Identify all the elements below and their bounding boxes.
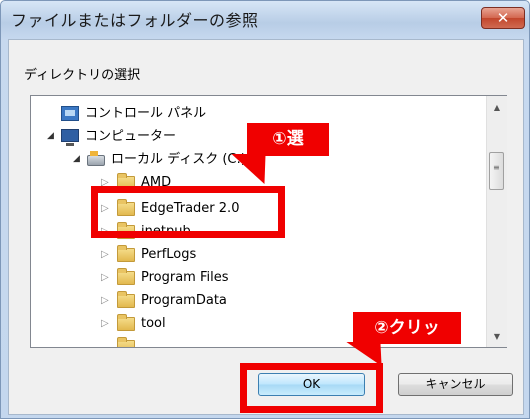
highlight-box-selected-folder <box>91 186 285 238</box>
grip-icon: ≡ <box>493 163 500 172</box>
folder-icon <box>117 291 135 308</box>
close-button[interactable]: ✕ <box>481 7 525 29</box>
tree-item-label: Program Files <box>141 270 229 285</box>
tree-item-label: コントロール パネル <box>85 106 207 121</box>
computer-icon <box>61 129 79 146</box>
cancel-button[interactable]: キャンセル <box>398 373 513 396</box>
tree-item-label: ProgramData <box>141 293 227 308</box>
annotation-step1-select: ①選 <box>247 123 329 156</box>
tree-item-label: ローカル ディスク (C:) <box>111 152 246 167</box>
annotation-step2-click: ②クリッ <box>353 312 461 344</box>
expand-arrow-icon[interactable]: ▷ <box>101 289 109 312</box>
folder-icon <box>117 245 135 262</box>
folder-icon <box>117 268 135 285</box>
scroll-thumb[interactable]: ≡ <box>489 152 504 190</box>
expanded-arrow-icon[interactable]: ◢ <box>73 148 80 171</box>
expand-arrow-icon[interactable]: ▷ <box>101 266 109 289</box>
folder-icon <box>117 314 135 331</box>
close-icon: ✕ <box>496 9 510 27</box>
description-label: ディレクトリの選択 <box>24 68 141 83</box>
control-panel-icon <box>61 106 79 121</box>
expand-arrow-icon[interactable]: ▷ <box>101 312 109 335</box>
tree-item-label: PerfLogs <box>141 247 197 262</box>
local-disk-icon <box>87 151 105 166</box>
folder-icon <box>117 337 135 347</box>
expanded-arrow-icon[interactable]: ◢ <box>47 125 54 148</box>
scroll-up-icon: ▲ <box>493 103 501 112</box>
scroll-up-button[interactable]: ▲ <box>487 99 507 116</box>
scroll-down-button[interactable]: ▼ <box>487 328 507 345</box>
tree-item-label: tool <box>141 316 166 331</box>
highlight-box-ok-button <box>240 363 383 413</box>
tree-scrollbar[interactable]: ▲ ≡ ▼ <box>486 96 507 347</box>
dialog-title: ファイルまたはフォルダーの参照 <box>11 11 259 30</box>
tree-item-label: コンピューター <box>85 129 177 144</box>
expand-arrow-icon[interactable]: ▷ <box>101 243 109 266</box>
scroll-down-icon: ▼ <box>493 332 501 341</box>
